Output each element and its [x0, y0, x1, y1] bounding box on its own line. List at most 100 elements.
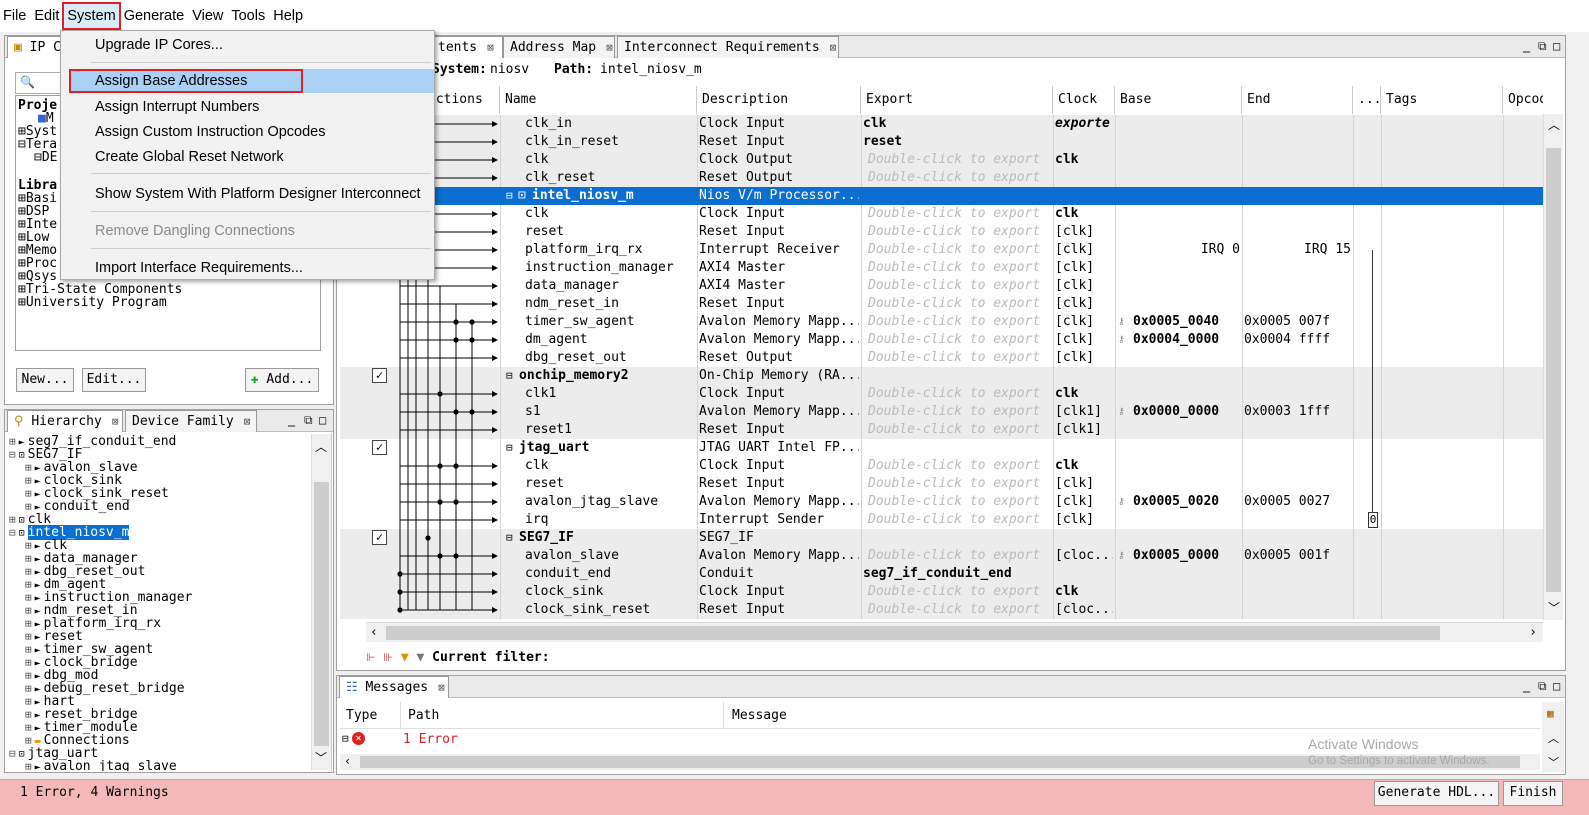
lock-icon[interactable]: ⚷ — [1118, 331, 1130, 349]
table-horizontal-scrollbar[interactable]: ‹ › — [366, 622, 1543, 642]
menu-item-create-global-reset-network[interactable]: Create Global Reset Network — [63, 145, 432, 169]
tab-interconnect-requirements[interactable]: Interconnect Requirements ⊠ — [617, 36, 839, 58]
expand-icon[interactable]: ⊞ — [25, 578, 32, 591]
chevron-down-icon[interactable]: ﹀ — [315, 749, 327, 766]
menu-view[interactable]: View — [189, 4, 226, 28]
restore-icon[interactable]: ⧉ — [1538, 39, 1547, 54]
component-row[interactable]: ⊟ ⊡ intel_niosv_m Nios V/m Processor... — [340, 187, 1543, 205]
interface-row[interactable]: reset Reset Input Double-click to export [c… — [340, 223, 1543, 241]
export-cell[interactable]: seg7_if_conduit_end — [863, 565, 1051, 583]
interface-row[interactable]: instruction_manager AXI4 Master Double-cli… — [340, 259, 1543, 277]
column-header-clock[interactable]: Clock — [1053, 86, 1115, 114]
component-row[interactable]: ⊟ jtag_uart JTAG UART Intel FP... — [340, 439, 1543, 457]
maximize-icon[interactable]: □ — [1553, 679, 1560, 693]
interface-row[interactable]: avalon_jtag_slave Avalon Memory Mapp... Do… — [340, 493, 1543, 511]
catalog-search-input[interactable]: 🔍 — [15, 72, 63, 94]
lock-icon[interactable]: ⚷ — [1118, 313, 1130, 331]
tree-item-university[interactable]: ⊞University Program — [18, 296, 167, 309]
export-cell[interactable]: Double-click to export — [868, 223, 1053, 241]
interface-row[interactable]: conduit_end Conduit seg7_if_conduit_end — [340, 565, 1543, 583]
close-icon[interactable]: ⊠ — [112, 415, 119, 428]
interface-row[interactable]: dbg_reset_out Reset Output Double-click to… — [340, 349, 1543, 367]
export-cell[interactable]: Double-click to export — [868, 511, 1053, 529]
export-cell[interactable]: Double-click to export — [868, 547, 1053, 565]
chevron-up-icon[interactable]: ︿ — [1548, 116, 1560, 133]
scroll-thumb[interactable] — [1546, 148, 1561, 592]
menu-file[interactable]: File — [0, 4, 29, 28]
close-icon[interactable]: ⊠ — [830, 41, 837, 54]
expand-icon[interactable]: ⊞ — [25, 760, 32, 771]
export-cell[interactable]: Double-click to export — [868, 457, 1053, 475]
export-cell[interactable]: Double-click to export — [868, 493, 1053, 511]
export-cell[interactable]: Double-click to export — [868, 601, 1053, 619]
restore-icon[interactable]: ⧉ — [1538, 679, 1547, 694]
interface-row[interactable]: clk_in Clock Input clk exporte — [340, 115, 1543, 133]
export-cell[interactable]: Double-click to export — [868, 403, 1053, 421]
chevron-down-icon[interactable]: ﹀ — [1548, 599, 1560, 616]
messages-column-message[interactable]: Message — [732, 708, 787, 723]
interface-row[interactable]: platform_irq_rx Interrupt Receiver Double-… — [340, 241, 1543, 259]
minimize-icon[interactable]: ‗ — [288, 413, 295, 427]
expand-icon[interactable]: ⊞ — [25, 695, 32, 708]
tab-messages[interactable]: ☷ Messages ⊠ — [339, 676, 449, 698]
expand-icon[interactable]: ⊞ — [25, 708, 32, 721]
export-cell[interactable]: Double-click to export — [868, 259, 1053, 277]
interface-row[interactable]: clk Clock Output Double-click to export clk — [340, 151, 1543, 169]
export-cell[interactable]: Double-click to export — [868, 385, 1053, 403]
finish-button[interactable]: Finish — [1503, 781, 1563, 806]
menu-generate[interactable]: Generate — [121, 4, 187, 28]
tab-ip-catalog[interactable]: ▣ IP C — [7, 36, 67, 58]
column-header-export[interactable]: Export — [861, 86, 1053, 114]
expand-icon[interactable]: ⊞ — [25, 604, 32, 617]
column-header-tags[interactable]: Tags — [1381, 86, 1503, 114]
menu-item-assign-custom-instruction-opcodes[interactable]: Assign Custom Instruction Opcodes — [63, 120, 432, 144]
settings-icon[interactable]: ▦ — [1547, 707, 1554, 720]
expand-icon[interactable]: ⊞ — [25, 656, 32, 669]
menu-item-assign-interrupt-numbers[interactable]: Assign Interrupt Numbers — [63, 95, 432, 119]
lock-icon[interactable]: ⚷ — [1118, 547, 1130, 565]
hierarchy-item[interactable]: ⊟ ⊡ intel_niosv_m — [9, 525, 130, 540]
close-icon[interactable]: ⊠ — [606, 41, 613, 54]
expand-icon[interactable]: ⊟ — [9, 526, 16, 539]
messages-scrollbar[interactable]: ▦ ︿ ﹀ — [1542, 702, 1564, 772]
collapse-icon[interactable]: ⊟ — [506, 529, 520, 547]
close-icon[interactable]: ⊠ — [438, 681, 445, 694]
menu-item-assign-base-addresses[interactable]: Assign Base Addresses — [69, 69, 303, 93]
base-address-cell[interactable]: 0x0000_0000 — [1133, 403, 1241, 421]
interface-row[interactable]: clk Clock Input Double-click to export clk — [340, 205, 1543, 223]
column-header-end[interactable]: End — [1242, 86, 1353, 114]
interface-row[interactable]: data_manager AXI4 Master Double-click to e… — [340, 277, 1543, 295]
interface-row[interactable]: clk Clock Input Double-click to export clk — [340, 457, 1543, 475]
column-header-irq[interactable]: ... — [1353, 86, 1381, 114]
export-cell[interactable]: Double-click to export — [868, 313, 1053, 331]
messages-column-path[interactable]: Path — [408, 708, 439, 723]
column-header-name[interactable]: Name — [500, 86, 697, 114]
column-header-base[interactable]: Base — [1115, 86, 1242, 114]
tab-system-contents[interactable]: tents ⊠ — [431, 36, 503, 58]
tree-item-de[interactable]: ⊟DE — [34, 151, 57, 164]
interface-row[interactable]: dm_agent Avalon Memory Mapp... Double-clic… — [340, 331, 1543, 349]
scroll-thumb[interactable] — [386, 626, 1440, 640]
clear-filter-icon[interactable]: ▼ — [417, 650, 425, 665]
component-row[interactable]: ⊟ SEG7_IF SEG7_IF — [340, 529, 1543, 547]
interface-row[interactable]: clk1 Clock Input Double-click to export clk — [340, 385, 1543, 403]
interface-row[interactable]: reset Reset Input Double-click to export [c… — [340, 475, 1543, 493]
chevron-up-icon[interactable]: ︿ — [315, 438, 327, 455]
irq-number-tag[interactable]: 0 — [1368, 512, 1378, 528]
interface-row[interactable]: avalon_slave Avalon Memory Mapp... Double-… — [340, 547, 1543, 565]
tab-address-map[interactable]: Address Map ⊠ — [503, 36, 615, 58]
hierarchy-item[interactable]: ⊞ ► avalon_jtag_slave — [25, 760, 177, 771]
interface-row[interactable]: clk_in_reset Reset Input reset — [340, 133, 1543, 151]
expand-icon[interactable]: ⊞ — [25, 474, 32, 487]
expand-icon[interactable]: ⊞ — [25, 565, 32, 578]
export-cell[interactable]: Double-click to export — [868, 421, 1053, 439]
tab-hierarchy[interactable]: ⚲ Hierarchy ⊠ — [7, 410, 123, 432]
close-icon[interactable]: ⊠ — [487, 41, 494, 54]
menu-item-import-interface-requirements[interactable]: Import Interface Requirements... — [63, 256, 432, 280]
chevron-up-icon[interactable]: ︿ — [1548, 730, 1559, 746]
restore-icon[interactable]: ⧉ — [304, 413, 313, 428]
expand-icon[interactable]: ⊞ — [25, 539, 32, 552]
export-cell[interactable]: Double-click to export — [868, 295, 1053, 313]
export-cell[interactable]: Double-click to export — [868, 583, 1053, 601]
interface-row[interactable]: clock_sink_reset Reset Input Double-click … — [340, 601, 1543, 619]
